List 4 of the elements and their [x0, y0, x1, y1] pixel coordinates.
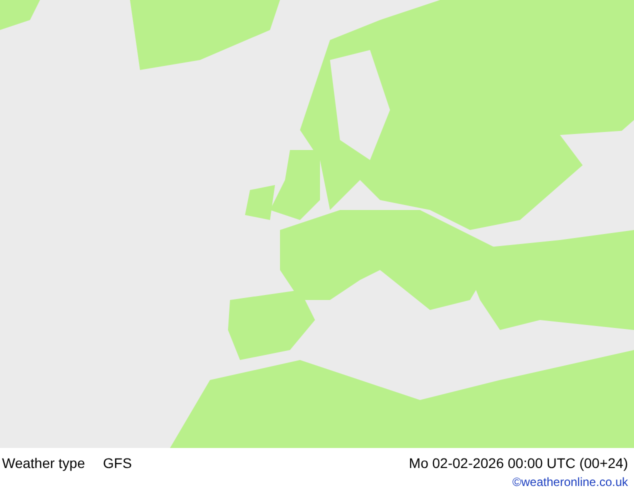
credit-link[interactable]: ©weatheronline.co.uk: [512, 473, 628, 490]
valid-time: Mo 02-02-2026 00:00 UTC (00+24): [408, 454, 628, 473]
model-name: GFS: [103, 454, 132, 473]
map-title: Weather type: [2, 454, 86, 473]
